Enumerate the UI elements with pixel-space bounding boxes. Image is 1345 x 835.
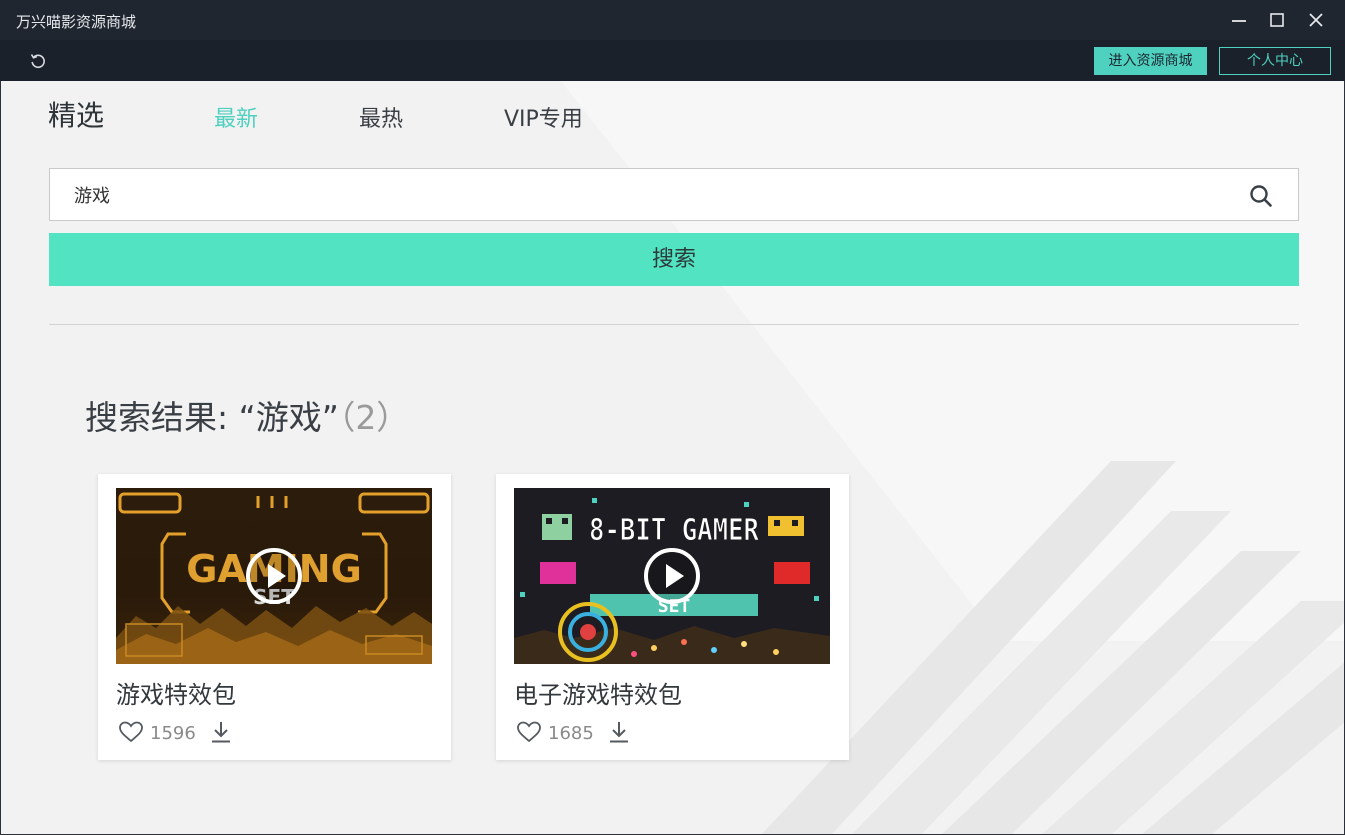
- thumbnail-label: 8-BIT GAMER: [589, 513, 760, 548]
- result-card[interactable]: GAMING SET 游戏特效包 1596: [98, 474, 451, 760]
- tab-vip[interactable]: VIP专用: [504, 101, 583, 133]
- user-center-button[interactable]: 个人中心: [1219, 47, 1331, 75]
- result-title-text: 搜索结果: “游戏”: [85, 398, 339, 437]
- heart-icon[interactable]: [118, 720, 144, 744]
- search-icon[interactable]: [1249, 184, 1273, 208]
- like-count: 1596: [150, 723, 196, 744]
- enter-store-button[interactable]: 进入资源商城: [1094, 47, 1207, 75]
- maximize-icon[interactable]: [1265, 8, 1289, 32]
- main-content: 精选 最新 最热 VIP专用 搜索 搜索结果: “游戏”（2）: [0, 81, 1345, 835]
- close-icon[interactable]: [1304, 8, 1328, 32]
- result-card[interactable]: 8-BIT GAMER SET 电子游戏特效包 1685: [496, 474, 849, 760]
- like-count: 1685: [548, 723, 594, 744]
- minimize-icon[interactable]: [1227, 8, 1251, 32]
- refresh-icon[interactable]: [28, 51, 48, 71]
- play-icon[interactable]: [642, 546, 702, 606]
- card-title[interactable]: 游戏特效包: [116, 675, 236, 710]
- result-title: 搜索结果: “游戏”（2）: [85, 391, 409, 439]
- card-title[interactable]: 电子游戏特效包: [514, 675, 682, 710]
- tab-newest[interactable]: 最新: [214, 101, 258, 133]
- search-box: [49, 168, 1299, 221]
- download-icon[interactable]: [608, 720, 630, 744]
- play-icon[interactable]: [244, 546, 304, 606]
- result-count: （2）: [338, 398, 410, 437]
- thumbnail[interactable]: 8-BIT GAMER SET: [514, 488, 830, 664]
- search-input[interactable]: [74, 182, 1174, 208]
- download-icon[interactable]: [210, 720, 232, 744]
- tab-featured[interactable]: 精选: [48, 94, 104, 134]
- thumbnail[interactable]: GAMING SET: [116, 488, 432, 664]
- divider: [49, 324, 1299, 325]
- search-button[interactable]: 搜索: [49, 233, 1299, 286]
- tab-hot[interactable]: 最热: [359, 101, 403, 133]
- title-bar: 万兴喵影资源商城: [0, 0, 1345, 40]
- app-title: 万兴喵影资源商城: [16, 13, 137, 31]
- heart-icon[interactable]: [516, 720, 542, 744]
